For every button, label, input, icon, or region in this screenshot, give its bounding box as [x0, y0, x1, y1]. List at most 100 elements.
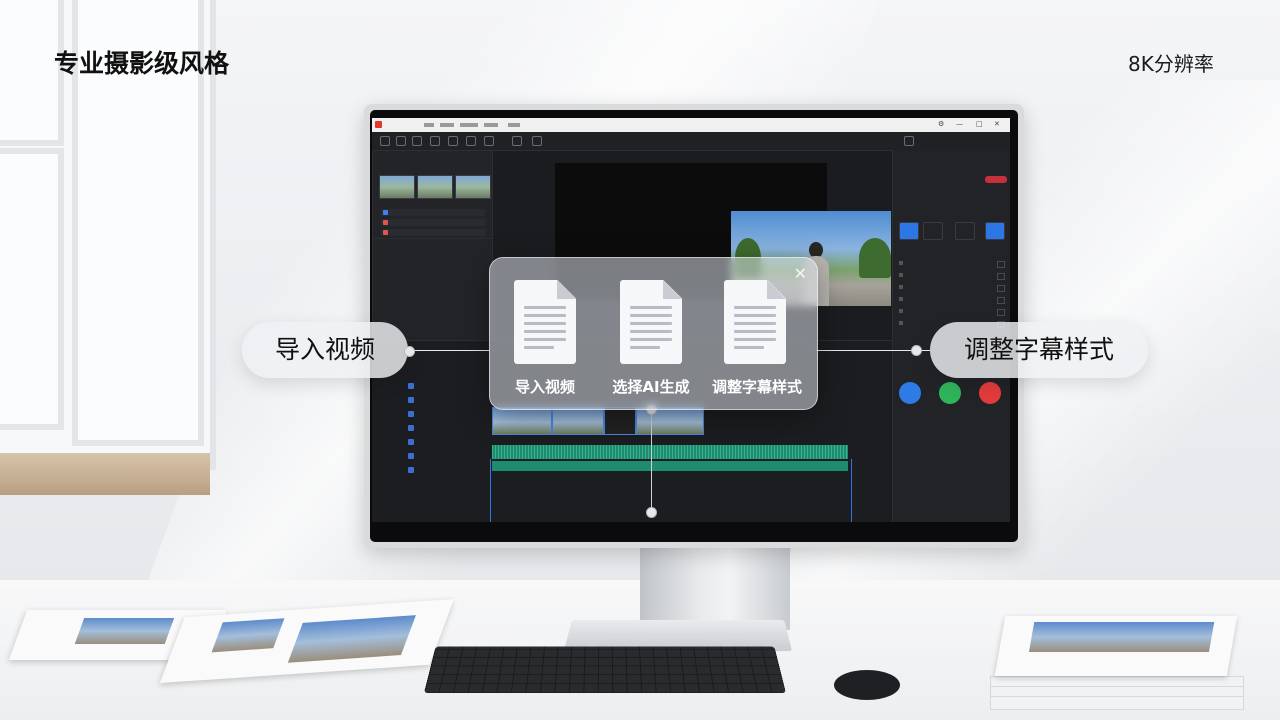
property-icon	[899, 285, 903, 289]
folder-icon	[383, 230, 388, 235]
magazine-stack	[990, 616, 1244, 710]
video-clip[interactable]	[552, 407, 604, 435]
video-tree	[859, 238, 891, 278]
document-line	[734, 306, 776, 309]
callout-import-video: 导入视频	[242, 322, 408, 378]
sticker-icon[interactable]	[532, 136, 542, 146]
track-header[interactable]	[402, 423, 484, 433]
property-toggle[interactable]	[997, 261, 1005, 268]
menu-item[interactable]	[424, 123, 434, 127]
minimize-icon[interactable]: —	[956, 120, 963, 128]
track-icon	[408, 411, 414, 417]
document-line	[524, 314, 566, 317]
mouse	[834, 670, 900, 700]
document-icon[interactable]	[514, 280, 576, 364]
share-red-icon[interactable]	[979, 382, 1001, 404]
monitor-stand	[640, 540, 790, 630]
booklet-photo	[74, 618, 175, 644]
track-header[interactable]	[402, 395, 484, 405]
media-list-row[interactable]	[381, 209, 485, 216]
menu-item[interactable]	[440, 123, 454, 127]
property-toggle[interactable]	[997, 309, 1005, 316]
video-clip[interactable]	[604, 407, 636, 435]
property-row[interactable]	[899, 284, 1005, 292]
document-icon[interactable]	[620, 280, 682, 364]
property-icon	[899, 309, 903, 313]
redo-icon[interactable]	[396, 136, 406, 146]
keyboard	[423, 646, 787, 694]
booklet-photo	[211, 618, 285, 653]
track-icon	[408, 425, 414, 431]
track-header[interactable]	[402, 451, 484, 461]
track-header[interactable]	[402, 437, 484, 447]
media-thumbnail[interactable]	[455, 175, 491, 199]
property-icon	[899, 321, 903, 325]
document-fold	[557, 280, 576, 299]
property-tile[interactable]	[955, 222, 975, 240]
property-row[interactable]	[899, 272, 1005, 280]
media-panel	[372, 150, 494, 240]
app-logo-icon	[375, 121, 382, 128]
magazine-sheet	[990, 696, 1244, 710]
maximize-icon[interactable]: □	[976, 120, 983, 128]
crop-icon[interactable]	[448, 136, 458, 146]
window-sill	[0, 453, 210, 495]
video-clip[interactable]	[492, 407, 552, 435]
document-line	[734, 322, 776, 325]
document-line	[734, 330, 776, 333]
share-green-icon[interactable]	[939, 382, 961, 404]
booklet-photo	[287, 615, 416, 663]
property-tile[interactable]	[923, 222, 943, 240]
apply-button[interactable]	[985, 176, 1007, 183]
close-icon[interactable]: ✕	[794, 264, 807, 283]
app-titlebar: ⚙ — □ ✕	[372, 118, 1010, 132]
callout-connector	[408, 350, 490, 351]
rotate-icon[interactable]	[484, 136, 494, 146]
split-icon[interactable]	[430, 136, 440, 146]
track-header[interactable]	[402, 381, 484, 391]
document-line	[734, 346, 764, 349]
media-thumbnail[interactable]	[417, 175, 453, 199]
media-list-row[interactable]	[381, 229, 485, 236]
ai-workflow-popup: ✕ 导入视频 选择AI生成 调整字幕样式	[489, 257, 818, 410]
document-line	[524, 322, 566, 325]
property-row[interactable]	[899, 260, 1005, 268]
document-line	[630, 306, 672, 309]
menu-item[interactable]	[460, 123, 478, 127]
property-toggle[interactable]	[997, 297, 1005, 304]
property-row[interactable]	[899, 308, 1005, 316]
connector-dot	[911, 345, 922, 356]
close-window-icon[interactable]: ✕	[994, 120, 1000, 128]
property-toggle[interactable]	[997, 273, 1005, 280]
playhead-dot[interactable]	[646, 507, 657, 518]
document-line	[524, 306, 566, 309]
editor-toolbar	[372, 132, 1010, 151]
property-toggle[interactable]	[997, 285, 1005, 292]
text-icon[interactable]	[512, 136, 522, 146]
window-pane	[0, 148, 64, 430]
connector-dot	[404, 346, 415, 357]
export-icon[interactable]	[904, 136, 914, 146]
document-line	[734, 338, 776, 341]
share-blue-icon[interactable]	[899, 382, 921, 404]
property-tile[interactable]	[985, 222, 1005, 240]
playhead-line	[651, 408, 652, 512]
media-list-row[interactable]	[381, 219, 485, 226]
track-header[interactable]	[402, 465, 484, 475]
cut-icon[interactable]	[412, 136, 422, 146]
property-tile[interactable]	[899, 222, 919, 240]
document-line	[524, 330, 566, 333]
property-row[interactable]	[899, 296, 1005, 304]
menu-item[interactable]	[508, 123, 520, 127]
media-thumbnail[interactable]	[379, 175, 415, 199]
document-icon[interactable]	[724, 280, 786, 364]
menu-item[interactable]	[484, 123, 498, 127]
document-line	[734, 314, 776, 317]
mirror-icon[interactable]	[466, 136, 476, 146]
resolution-badge: 8K分辨率	[1128, 52, 1214, 76]
track-icon	[408, 467, 414, 473]
undo-icon[interactable]	[380, 136, 390, 146]
settings-icon[interactable]: ⚙	[938, 120, 944, 128]
track-header[interactable]	[402, 409, 484, 419]
document-line	[630, 322, 672, 325]
